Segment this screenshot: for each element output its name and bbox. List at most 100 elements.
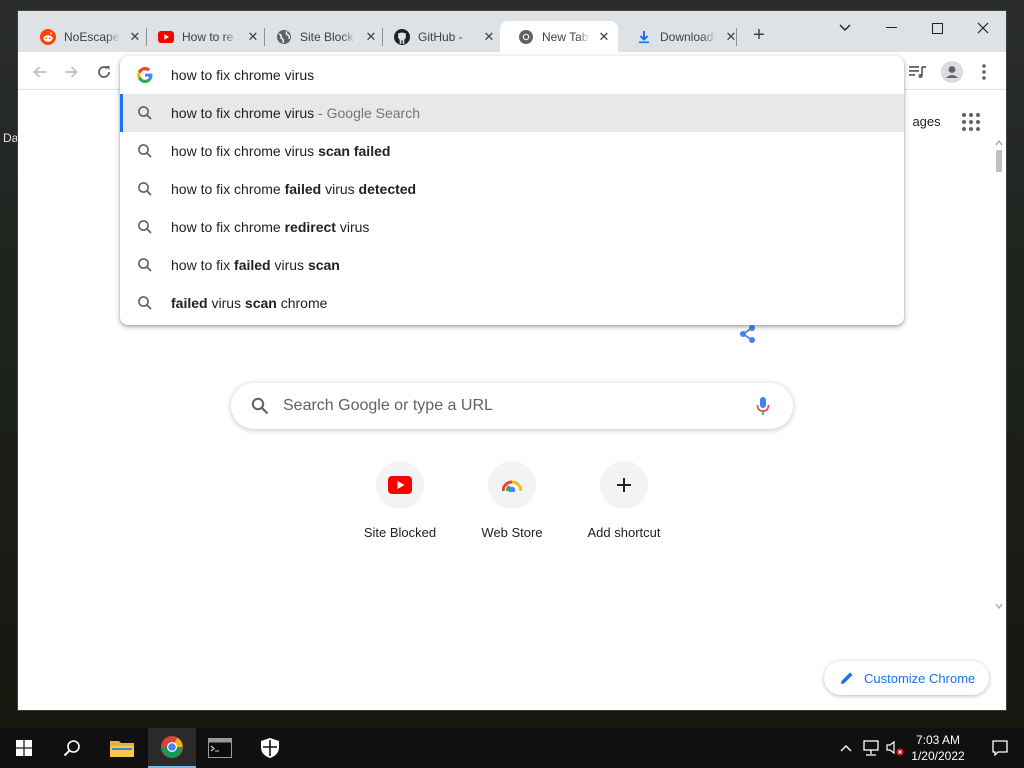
forward-button[interactable] <box>59 60 83 84</box>
tab-youtube[interactable]: How to re ✕ <box>140 21 268 52</box>
shortcut-label: Site Blocked <box>363 525 437 540</box>
chevron-up-icon <box>840 745 852 752</box>
tab-title: GitHub - <box>418 29 463 44</box>
search-icon <box>63 740 80 757</box>
search-placeholder: Search Google or type a URL <box>283 397 493 414</box>
globe-icon <box>276 29 292 45</box>
search-icon <box>138 220 152 234</box>
ntp-search-box[interactable]: Search Google or type a URL <box>231 383 793 429</box>
microphone-icon[interactable] <box>755 396 771 416</box>
back-button[interactable] <box>28 60 52 84</box>
suggestion-text-part: how to fix chrome virus <box>171 105 315 121</box>
chrome-taskbar-button[interactable] <box>148 728 196 768</box>
search-icon <box>138 144 152 158</box>
search-button[interactable] <box>48 728 96 768</box>
youtube-icon <box>388 476 412 494</box>
menu-button[interactable] <box>972 60 996 84</box>
start-button[interactable] <box>0 728 48 768</box>
profile-button[interactable] <box>940 60 964 84</box>
omnibox-suggestion[interactable]: failed virus scan chrome <box>120 284 904 322</box>
clock-time: 7:03 AM <box>915 733 961 747</box>
tab-title: How to re <box>182 29 234 44</box>
tab-separator <box>736 28 737 46</box>
suggestion-text: how to fix chrome virus scan failed <box>171 143 390 159</box>
share-icon[interactable] <box>738 324 758 344</box>
file-explorer-button[interactable] <box>98 728 146 768</box>
notification-icon <box>992 740 1008 756</box>
network-icon <box>863 740 879 756</box>
shortcut-site-blocked[interactable]: Site Blocked <box>344 461 456 540</box>
arrow-back-icon <box>33 66 46 78</box>
omnibox-suggestion[interactable]: how to fix chrome virus - Google Search <box>120 94 904 132</box>
suggestion-text-part: virus <box>270 257 308 273</box>
shortcut-web-store[interactable]: Web Store <box>456 461 568 540</box>
minimize-button[interactable] <box>868 15 914 41</box>
close-icon[interactable]: ✕ <box>598 29 610 45</box>
customize-chrome-button[interactable]: Customize Chrome <box>824 661 989 695</box>
media-control-button[interactable] <box>906 60 930 84</box>
shortcut-tile <box>600 461 648 509</box>
suggestion-text-part: how to fix chrome <box>171 219 285 235</box>
suggestion-text-part: virus <box>321 181 359 197</box>
omnibox-suggestion[interactable]: how to fix chrome redirect virus <box>120 208 904 246</box>
shortcut-tile <box>488 461 536 509</box>
chevron-down-icon <box>839 24 851 31</box>
tab-new-tab[interactable]: New Tab ✕ <box>500 21 618 52</box>
add-shortcut-button[interactable]: Add shortcut <box>568 461 680 540</box>
suggestion-text-part: chrome <box>276 295 328 311</box>
suggestion-text: how to fix chrome virus - Google Search <box>171 105 420 121</box>
more-vert-icon <box>982 64 986 80</box>
windows-icon <box>16 740 32 756</box>
reddit-icon <box>40 28 56 45</box>
plus-icon <box>617 478 631 492</box>
show-hidden-icons-button[interactable] <box>834 728 858 768</box>
customize-chrome-label: Customize Chrome <box>864 670 976 686</box>
suggestion-suffix: - Google Search <box>314 105 421 121</box>
terminal-icon <box>208 738 232 758</box>
suggestion-text: how to fix chrome redirect virus <box>171 219 369 235</box>
tab-noescape[interactable]: NoEscape ✕ <box>22 21 150 52</box>
desktop-icon-label[interactable]: Da <box>3 131 18 145</box>
action-center-button[interactable] <box>976 728 1024 768</box>
tab-github[interactable]: GitHub - ✕ <box>376 21 504 52</box>
minimize-icon <box>885 27 897 28</box>
search-icon <box>138 258 152 272</box>
tab-title: New Tab <box>542 29 589 44</box>
chrome-icon <box>161 736 183 758</box>
tab-site-blocked[interactable]: Site Block ✕ <box>258 21 386 52</box>
omnibox-suggestion[interactable]: how to fix chrome virus scan failed <box>120 132 904 170</box>
omnibox-suggestion[interactable]: how to fix failed virus scan <box>120 246 904 284</box>
new-tab-button[interactable]: + <box>747 24 771 48</box>
omnibox-input[interactable]: how to fix chrome virus <box>171 67 314 83</box>
close-window-button[interactable] <box>960 15 1006 41</box>
suggestion-text-part: failed <box>171 295 208 311</box>
tab-search-button[interactable] <box>822 15 868 41</box>
tab-download[interactable]: Download ✕ <box>618 21 746 52</box>
omnibox-dropdown: how to fix chrome virus how to fix chrom… <box>120 56 904 325</box>
tab-strip: NoEscape ✕ How to re ✕ Site Block ✕ GitH… <box>18 11 1006 52</box>
apps-grid-icon[interactable] <box>962 113 980 131</box>
suggestion-text: how to fix chrome failed virus detected <box>171 181 416 197</box>
search-icon <box>138 182 152 196</box>
clock[interactable]: 7:03 AM 1/20/2022 <box>904 732 972 764</box>
suggestion-text-part: scan <box>244 295 277 311</box>
reload-button[interactable] <box>92 60 116 84</box>
search-icon <box>138 296 152 310</box>
terminal-button[interactable] <box>196 728 244 768</box>
tab-title: Download <box>660 29 714 44</box>
omnibox-input-row[interactable]: how to fix chrome virus <box>120 56 904 94</box>
close-icon[interactable]: ✕ <box>482 29 496 45</box>
suggestion-text-part: scan failed <box>318 143 391 159</box>
volume-button[interactable] <box>884 728 906 768</box>
omnibox-suggestion[interactable]: how to fix chrome failed virus detected <box>120 170 904 208</box>
google-g-icon <box>137 67 153 83</box>
maximize-button[interactable] <box>914 15 960 41</box>
network-button[interactable] <box>858 728 884 768</box>
suggestion-text-part: virus <box>207 295 245 311</box>
scrollbar[interactable] <box>993 136 1005 616</box>
search-icon <box>251 397 269 415</box>
images-link[interactable]: Images <box>912 114 941 129</box>
suggestion-text-part: how to fix <box>171 257 235 273</box>
selection-indicator <box>120 94 123 132</box>
windows-security-button[interactable] <box>246 728 294 768</box>
